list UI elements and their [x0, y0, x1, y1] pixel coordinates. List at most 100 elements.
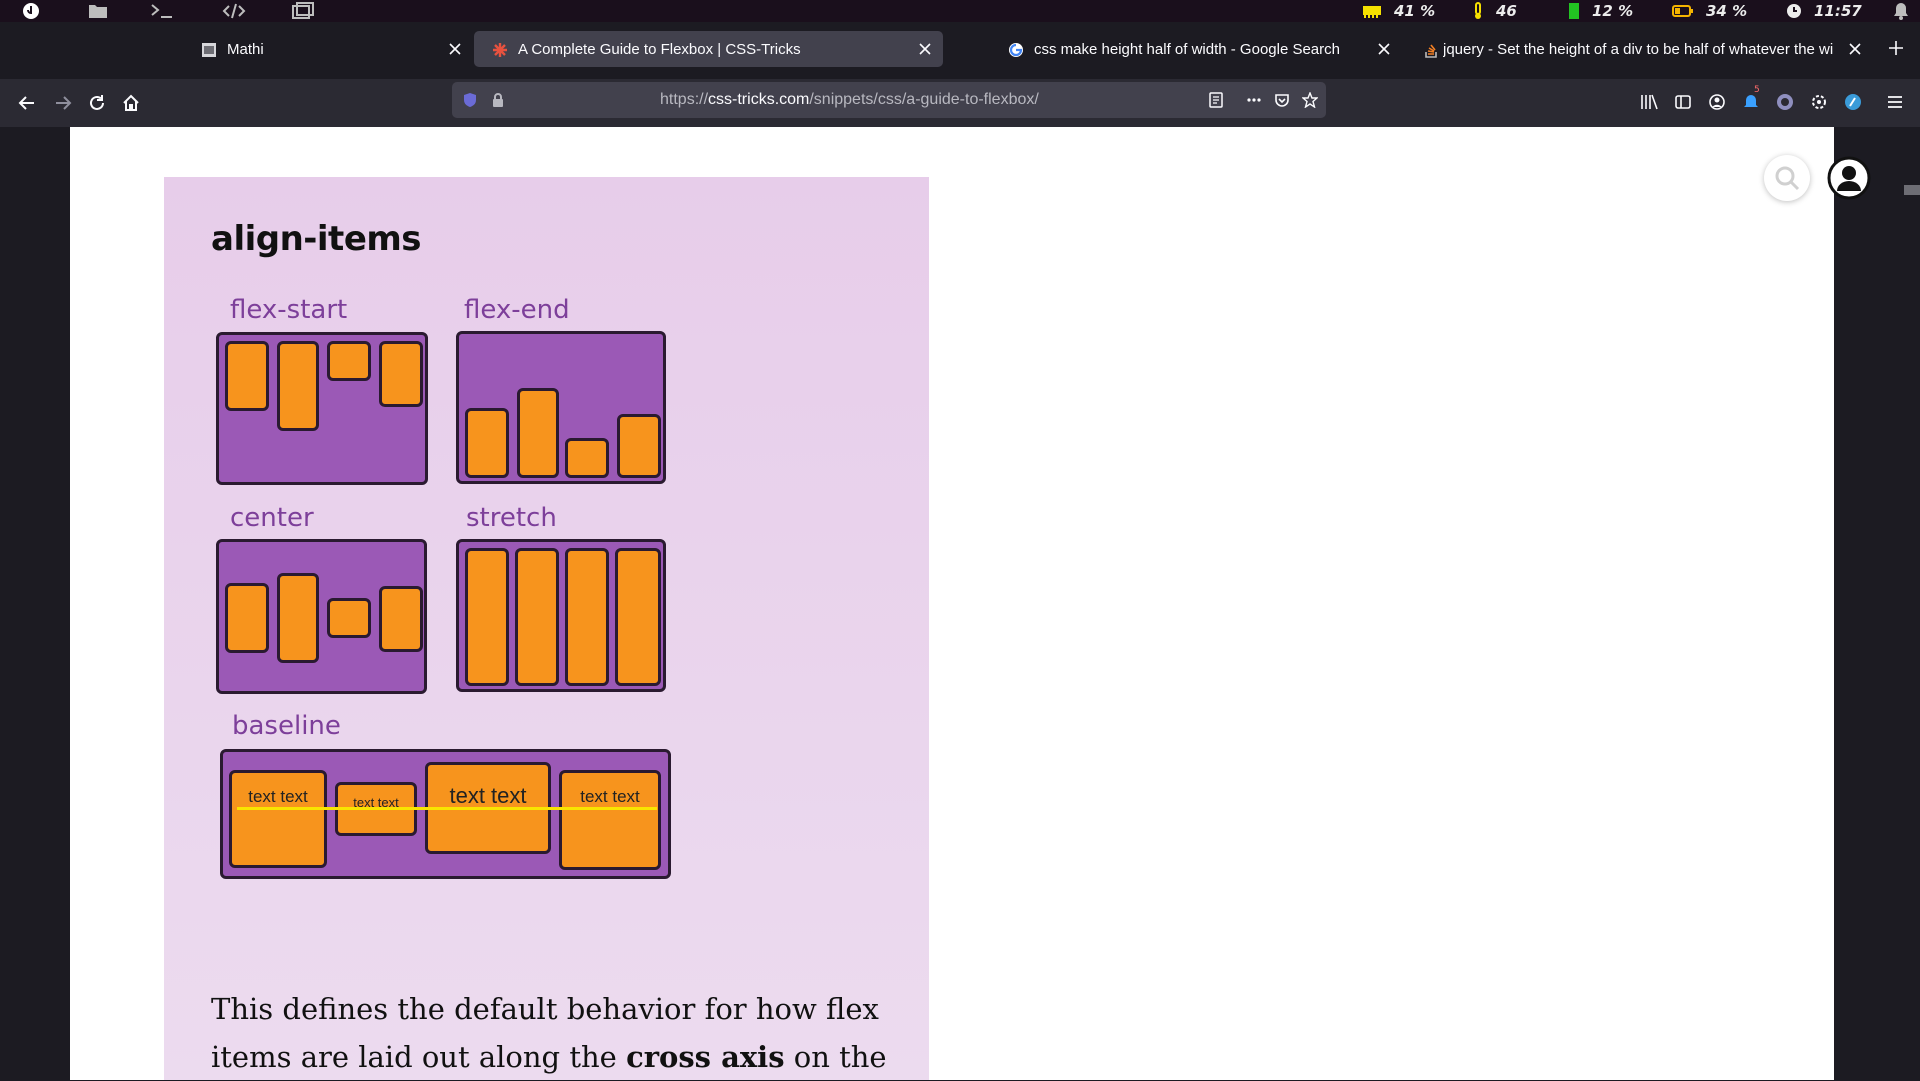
hamburger-menu-icon[interactable]	[1886, 93, 1904, 111]
tab-title: jquery - Set the height of a div to be h…	[1443, 40, 1833, 58]
cpu-value: 12 %	[1592, 2, 1634, 20]
flex-item	[277, 341, 319, 431]
cpu-stat: 12 %	[1568, 1, 1633, 21]
demo-label-center: center	[230, 503, 314, 533]
more-actions-icon[interactable]	[1246, 92, 1262, 108]
tracking-protection-shield-icon[interactable]	[462, 92, 478, 108]
code-icon[interactable]	[222, 2, 246, 20]
user-icon	[1827, 156, 1871, 200]
page-gutter-right	[1834, 127, 1920, 1080]
flex-item	[327, 341, 371, 381]
navigation-bar: https://css-tricks.com/snippets/css/a-gu…	[0, 79, 1920, 127]
clock-stat: 11:57	[1786, 1, 1862, 21]
flex-item	[615, 548, 661, 686]
demo-label-flex-start: flex-start	[230, 295, 348, 325]
home-icon[interactable]	[121, 93, 141, 113]
clock-value: 11:57	[1814, 2, 1862, 20]
folder-icon[interactable]	[88, 2, 108, 20]
cross-axis-emphasis: cross axis	[626, 1040, 785, 1074]
flex-start-container	[216, 332, 428, 485]
flex-item	[379, 586, 423, 652]
tab-title: css make height half of width - Google S…	[1034, 40, 1340, 58]
flex-item	[517, 388, 559, 478]
tab-strip: Mathi A Complete Guide to Flexbox | CSS-…	[0, 22, 1920, 79]
close-icon[interactable]	[447, 41, 463, 57]
terminal-icon[interactable]	[150, 2, 174, 20]
flex-item	[465, 548, 509, 686]
baseline-guide-line	[237, 807, 657, 810]
flex-item	[515, 548, 559, 686]
memory-icon	[1363, 6, 1381, 18]
extension-blue-icon[interactable]	[1844, 93, 1862, 111]
forward-icon[interactable]	[53, 93, 73, 113]
site-search-button[interactable]	[1764, 155, 1810, 201]
flex-end-container	[456, 331, 666, 484]
demo-label-stretch: stretch	[466, 503, 557, 533]
notification-bell-icon[interactable]	[1893, 2, 1909, 20]
new-tab-icon[interactable]	[1888, 40, 1904, 56]
account-icon[interactable]	[1708, 93, 1726, 111]
system-bar: 41 % 46 12 % 34 % 11:57	[0, 0, 1920, 22]
flex-item	[225, 583, 269, 653]
cpu-icon	[1569, 3, 1579, 19]
flex-item	[617, 414, 661, 478]
reload-icon[interactable]	[87, 93, 107, 113]
bell-extension-icon	[1744, 95, 1758, 107]
flex-item-text: text text	[580, 787, 640, 806]
flex-item	[379, 341, 423, 407]
bookmark-star-icon[interactable]	[1302, 92, 1318, 108]
screenshot-icon[interactable]	[292, 2, 314, 20]
tab-stackoverflow[interactable]: jquery - Set the height of a div to be h…	[1403, 31, 1873, 67]
notification-extension[interactable]: 5	[1742, 85, 1760, 111]
close-icon[interactable]	[1376, 41, 1392, 57]
card-body-text: This defines the default behavior for ho…	[211, 992, 887, 1074]
search-icon	[1775, 166, 1800, 191]
flex-item: text text	[229, 770, 327, 868]
library-icon[interactable]	[1640, 93, 1658, 111]
flex-item	[465, 408, 509, 478]
flex-item	[277, 573, 319, 663]
tab-mathi[interactable]: Mathi	[183, 31, 473, 67]
flex-item	[565, 438, 609, 478]
battery-icon	[1672, 5, 1693, 17]
tab-flexbox-guide[interactable]: A Complete Guide to Flexbox | CSS-Tricks	[474, 31, 943, 67]
flex-item-text: text text	[449, 783, 527, 808]
demo-label-flex-end: flex-end	[464, 295, 570, 325]
pocket-icon[interactable]	[1274, 92, 1290, 108]
align-items-illustration-card: align-items flex-start flex-end center s…	[164, 177, 929, 1080]
url-bar[interactable]: https://css-tricks.com/snippets/css/a-gu…	[452, 82, 1326, 118]
css-tricks-icon	[493, 43, 507, 57]
privacy-badger-icon[interactable]	[1776, 93, 1794, 111]
fedora-logo-icon[interactable]	[22, 2, 40, 20]
site-account-button[interactable]	[1826, 155, 1872, 201]
tab-title: Mathi	[227, 40, 264, 58]
close-icon[interactable]	[917, 41, 933, 57]
reader-view-icon[interactable]	[1208, 92, 1224, 108]
stretch-container	[456, 539, 666, 692]
lock-icon[interactable]	[490, 92, 506, 108]
flex-item: text text	[559, 770, 661, 870]
tab-google-search[interactable]: css make height half of width - Google S…	[990, 31, 1402, 67]
tab-title: A Complete Guide to Flexbox | CSS-Tricks	[518, 40, 801, 58]
temperature-stat: 46	[1472, 1, 1517, 21]
flex-item	[225, 341, 269, 411]
center-container	[216, 539, 427, 694]
google-icon	[1009, 43, 1023, 57]
back-icon[interactable]	[17, 93, 37, 113]
notification-badge: 5	[1754, 85, 1760, 95]
page-gutter-left	[0, 127, 70, 1080]
clock-icon	[1787, 4, 1801, 18]
memory-stat: 41 %	[1362, 1, 1435, 21]
close-icon[interactable]	[1847, 41, 1863, 57]
scrollbar-thumb[interactable]	[1904, 185, 1920, 195]
stackoverflow-icon	[1425, 44, 1437, 58]
battery-value: 34 %	[1706, 2, 1748, 20]
gear-extension-icon[interactable]	[1810, 93, 1828, 111]
page-icon	[202, 43, 216, 57]
temperature-icon	[1475, 2, 1481, 19]
url-text[interactable]: https://css-tricks.com/snippets/css/a-gu…	[660, 91, 1039, 109]
flex-item	[565, 548, 609, 686]
sidebar-icon[interactable]	[1674, 93, 1692, 111]
flex-item	[327, 598, 371, 638]
battery-stat: 34 %	[1672, 1, 1747, 21]
